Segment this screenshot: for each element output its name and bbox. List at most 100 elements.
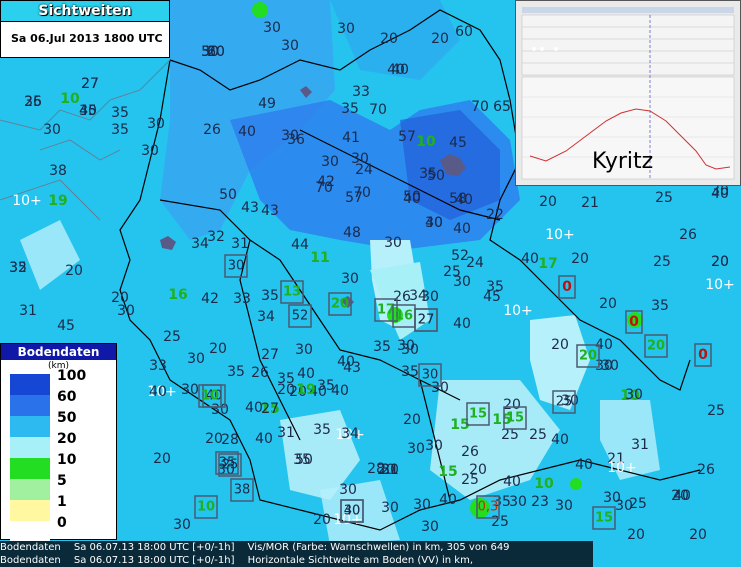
legend-label: 5 [57,473,67,489]
station-visibility-label: 40 [575,457,593,473]
status-bar-1: Bodendaten Sa 06.07.13 18:00 UTC [+0/-1h… [0,541,593,554]
station-visibility-label: 30 [339,482,357,498]
boxed-station-label: 30 [422,368,439,383]
boxed-station-label: 10 [197,500,215,515]
boxed-station-label: 40 [344,504,361,519]
station-visibility-label: 36 [287,132,305,148]
station-visibility-label: 10+ [503,303,533,319]
boxed-station-label: 20 [647,339,665,354]
station-visibility-label: 20 [403,412,421,428]
station-visibility-label: 30 [147,116,165,132]
legend-label: 0 [57,515,67,531]
station-visibility-label: 25 [163,329,181,345]
station-visibility-label: 20 [571,251,589,267]
station-visibility-label: 21 [381,462,399,478]
station-visibility-label: 43 [261,203,279,219]
station-visibility-label: 25 [629,496,647,512]
station-visibility-label: 20 [689,527,707,543]
station-visibility-label: 30 [263,20,281,36]
boxed-station-label: 25 [556,395,573,410]
station-visibility-label: 41 [342,130,360,146]
legend-panel: Bodendaten (km) 100 60 50 20 10 5 1 0 [0,343,117,545]
station-visibility-label: 40 [673,488,691,504]
station-visibility-label: 20 [65,263,83,279]
boxed-station-label: 10 [201,389,219,404]
boxed-station-label: 0,3 [478,500,499,515]
station-visibility-label: 30 [384,235,402,251]
station-visibility-label: 26 [697,462,715,478]
station-visibility-label: 49 [258,96,276,112]
station-visibility-label: 44 [291,237,309,253]
station-visibility-label: 20 [551,337,569,353]
station-visibility-label: 33 [149,358,167,374]
legend-title: Bodendaten [1,344,116,360]
boxed-station-label: 13 [283,285,301,300]
station-visibility-label: 45 [57,318,75,334]
station-visibility-label: 70 [315,180,333,196]
boxed-station-label: 30 [228,259,245,274]
station-visibility-label: 20 [153,451,171,467]
station-visibility-label: 30 [381,500,399,516]
status-bar-2: Bodendaten Sa 06.07.13 18:00 UTC [+0/-1h… [0,554,593,567]
station-visibility-label: 30 [341,271,359,287]
station-visibility-label: 30 [595,358,613,374]
warning-station-label: 0 [629,314,639,330]
station-visibility-label: 26 [251,365,269,381]
meteogram-inset[interactable]: Kyritz [515,0,741,186]
station-visibility-label: 30 [295,342,313,358]
station-visibility-label: 42 [201,291,219,307]
station-visibility-label: 30 [509,494,527,510]
station-visibility-label: 25 [443,264,461,280]
station-visibility-label: 35 [317,378,335,394]
station-visibility-label: 20 [313,512,331,528]
station-visibility-label: 34 [409,288,427,304]
station-visibility-label: 45 [483,289,501,305]
station-visibility-label: 26 [203,122,221,138]
station-visibility-label: 40 [439,492,457,508]
station-visibility-label: 35 [401,364,419,380]
station-visibility-label: 26 [679,227,697,243]
boxed-station-label: 20 [331,297,349,312]
station-visibility-label: 30 [141,143,159,159]
station-visibility-label: 34 [257,309,275,325]
station-visibility-label: 40 [453,221,471,237]
station-visibility-label: 30 [211,402,229,418]
status-source: Bodendaten [0,542,61,553]
station-visibility-label: 43 [343,360,361,376]
station-visibility-label: 25 [461,472,479,488]
station-visibility-label: 30 [181,382,199,398]
station-visibility-label: 20 [207,44,225,60]
station-visibility-label: 11 [310,250,329,266]
station-visibility-label: 40 [503,474,521,490]
station-visibility-label: 16 [168,287,187,303]
map-title: Sichtweiten [1,1,169,22]
station-visibility-label: 65 [493,99,511,115]
station-visibility-label: 40 [551,432,569,448]
station-visibility-label: 30 [117,303,135,319]
map-date: Sa 06.Jul 2013 1800 UTC [11,32,163,45]
legend-label: 100 [57,368,87,384]
station-visibility-label: 35 [261,288,279,304]
station-visibility-label: 25 [529,427,547,443]
boxed-station-label: 15 [469,407,487,422]
boxed-station-label: 38 [234,483,251,498]
station-visibility-label: 31 [19,303,37,319]
station-visibility-label: 25 [707,403,725,419]
station-visibility-label: 60 [455,24,473,40]
station-visibility-label: 48 [343,225,361,241]
station-visibility-label: 30 [337,21,355,37]
station-visibility-label: 70 [471,99,489,115]
station-visibility-label: 50 [295,452,313,468]
station-visibility-label: 19 [296,382,315,398]
station-visibility-label: 10+ [607,460,637,476]
legend-label: 10 [57,452,77,468]
warning-station-label: 0 [562,279,572,295]
station-visibility-label: 45 [449,135,467,151]
warning-station-label: 0 [698,347,708,363]
status-source: Bodendaten [0,555,61,566]
station-visibility-label: 57 [398,129,416,145]
station-visibility-label: 35 [111,122,129,138]
boxed-station-label: 15 [506,411,524,426]
station-visibility-label: 30 [321,154,339,170]
station-visibility-label: 20 [277,382,295,398]
